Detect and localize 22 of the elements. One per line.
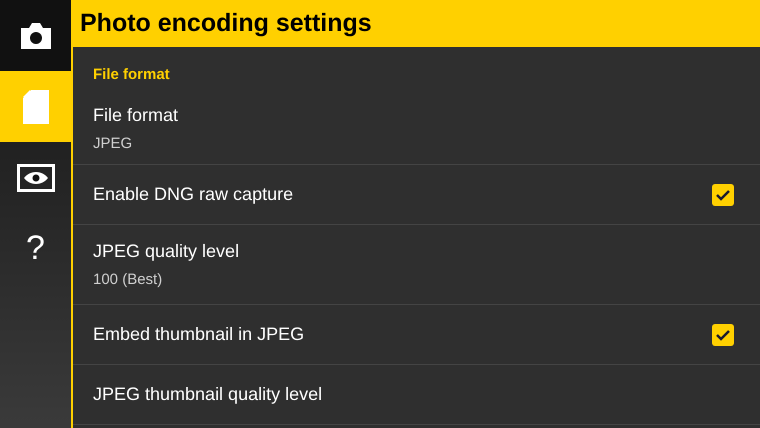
setting-row[interactable]: File format JPEG [73,93,760,165]
setting-value: JPEG [93,134,134,154]
eye-icon [16,164,54,192]
setting-row[interactable]: Enable DNG raw capture [73,165,760,225]
setting-row[interactable]: Embed thumbnail in JPEG [73,305,760,365]
setting-value: 100 (Best) [93,270,164,290]
checkmark-icon [715,188,731,200]
setting-title: Enable DNG raw capture [93,183,294,206]
setting-title: JPEG quality level [93,240,240,263]
setting-title: Embed thumbnail in JPEG [93,323,304,346]
category-heading: File format [93,66,170,83]
sidebar-tab[interactable]: ? [0,213,71,284]
page-title: Photo encoding settings [80,8,372,39]
setting-title: File format [93,104,178,127]
document-icon [22,90,48,124]
checkbox[interactable] [712,184,734,206]
checkbox[interactable] [712,324,734,346]
sidebar-tab[interactable] [0,0,71,71]
setting-title: JPEG thumbnail quality level [93,383,322,406]
checkmark-icon [715,328,731,340]
setting-row[interactable]: JPEG thumbnail quality level [73,365,760,425]
setting-row[interactable]: JPEG quality level 100 (Best) [73,225,760,305]
